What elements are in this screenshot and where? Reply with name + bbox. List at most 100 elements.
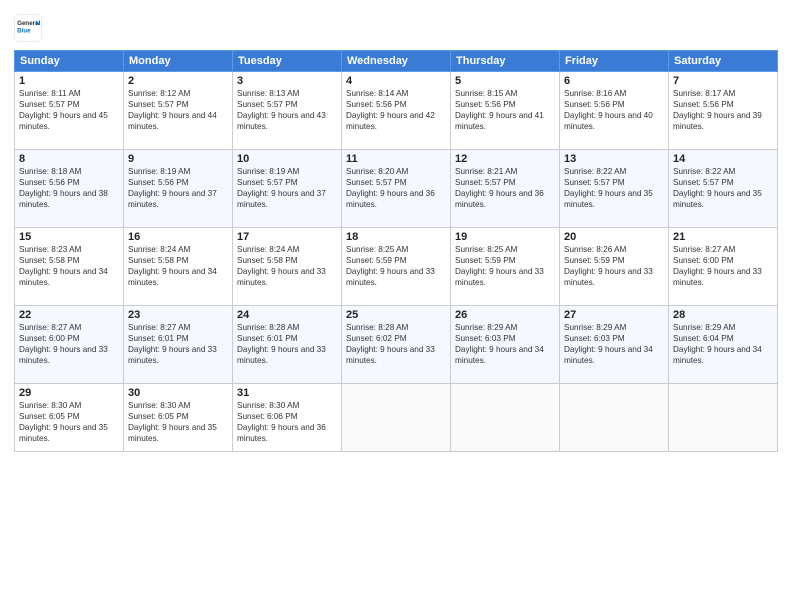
day-number: 17	[237, 231, 337, 243]
calendar-cell: 22 Sunrise: 8:27 AMSunset: 6:00 PMDaylig…	[15, 306, 124, 384]
day-info: Sunrise: 8:30 AMSunset: 6:05 PMDaylight:…	[128, 401, 217, 443]
day-info: Sunrise: 8:13 AMSunset: 5:57 PMDaylight:…	[237, 89, 326, 131]
calendar-cell: 8 Sunrise: 8:18 AMSunset: 5:56 PMDayligh…	[15, 150, 124, 228]
day-info: Sunrise: 8:19 AMSunset: 5:57 PMDaylight:…	[237, 167, 326, 209]
day-number: 19	[455, 231, 555, 243]
calendar-cell: 30 Sunrise: 8:30 AMSunset: 6:05 PMDaylig…	[124, 384, 233, 452]
col-saturday: Saturday	[669, 51, 778, 72]
day-number: 31	[237, 387, 337, 399]
day-number: 23	[128, 309, 228, 321]
calendar-cell: 15 Sunrise: 8:23 AMSunset: 5:58 PMDaylig…	[15, 228, 124, 306]
day-info: Sunrise: 8:30 AMSunset: 6:06 PMDaylight:…	[237, 401, 326, 443]
day-number: 24	[237, 309, 337, 321]
day-number: 5	[455, 75, 555, 87]
calendar-cell	[342, 384, 451, 452]
col-monday: Monday	[124, 51, 233, 72]
day-number: 22	[19, 309, 119, 321]
day-info: Sunrise: 8:22 AMSunset: 5:57 PMDaylight:…	[564, 167, 653, 209]
calendar-cell: 4 Sunrise: 8:14 AMSunset: 5:56 PMDayligh…	[342, 72, 451, 150]
day-info: Sunrise: 8:19 AMSunset: 5:56 PMDaylight:…	[128, 167, 217, 209]
calendar-cell: 26 Sunrise: 8:29 AMSunset: 6:03 PMDaylig…	[451, 306, 560, 384]
day-info: Sunrise: 8:28 AMSunset: 6:01 PMDaylight:…	[237, 323, 326, 365]
calendar-cell	[669, 384, 778, 452]
calendar-cell: 14 Sunrise: 8:22 AMSunset: 5:57 PMDaylig…	[669, 150, 778, 228]
day-number: 10	[237, 153, 337, 165]
calendar-table: Sunday Monday Tuesday Wednesday Thursday…	[14, 50, 778, 452]
day-info: Sunrise: 8:11 AMSunset: 5:57 PMDaylight:…	[19, 89, 108, 131]
calendar-cell: 27 Sunrise: 8:29 AMSunset: 6:03 PMDaylig…	[560, 306, 669, 384]
calendar-cell	[560, 384, 669, 452]
calendar-cell: 1 Sunrise: 8:11 AMSunset: 5:57 PMDayligh…	[15, 72, 124, 150]
calendar-cell: 28 Sunrise: 8:29 AMSunset: 6:04 PMDaylig…	[669, 306, 778, 384]
calendar-cell: 7 Sunrise: 8:17 AMSunset: 5:56 PMDayligh…	[669, 72, 778, 150]
day-number: 28	[673, 309, 773, 321]
day-number: 18	[346, 231, 446, 243]
day-info: Sunrise: 8:12 AMSunset: 5:57 PMDaylight:…	[128, 89, 217, 131]
calendar-cell: 23 Sunrise: 8:27 AMSunset: 6:01 PMDaylig…	[124, 306, 233, 384]
day-info: Sunrise: 8:24 AMSunset: 5:58 PMDaylight:…	[237, 245, 326, 287]
day-number: 20	[564, 231, 664, 243]
calendar-cell: 21 Sunrise: 8:27 AMSunset: 6:00 PMDaylig…	[669, 228, 778, 306]
page-container: General Blue Sunday Monday Tuesday Wedne…	[0, 0, 792, 612]
calendar-cell: 10 Sunrise: 8:19 AMSunset: 5:57 PMDaylig…	[233, 150, 342, 228]
generalblue-logo-icon: General Blue	[14, 14, 42, 42]
day-info: Sunrise: 8:30 AMSunset: 6:05 PMDaylight:…	[19, 401, 108, 443]
day-number: 8	[19, 153, 119, 165]
day-info: Sunrise: 8:25 AMSunset: 5:59 PMDaylight:…	[455, 245, 544, 287]
day-number: 25	[346, 309, 446, 321]
day-info: Sunrise: 8:29 AMSunset: 6:03 PMDaylight:…	[455, 323, 544, 365]
day-info: Sunrise: 8:20 AMSunset: 5:57 PMDaylight:…	[346, 167, 435, 209]
calendar-cell: 17 Sunrise: 8:24 AMSunset: 5:58 PMDaylig…	[233, 228, 342, 306]
calendar-cell: 31 Sunrise: 8:30 AMSunset: 6:06 PMDaylig…	[233, 384, 342, 452]
calendar-header-row: Sunday Monday Tuesday Wednesday Thursday…	[15, 51, 778, 72]
calendar-cell: 13 Sunrise: 8:22 AMSunset: 5:57 PMDaylig…	[560, 150, 669, 228]
day-number: 3	[237, 75, 337, 87]
calendar-cell: 9 Sunrise: 8:19 AMSunset: 5:56 PMDayligh…	[124, 150, 233, 228]
calendar-cell: 24 Sunrise: 8:28 AMSunset: 6:01 PMDaylig…	[233, 306, 342, 384]
calendar-cell	[451, 384, 560, 452]
day-number: 6	[564, 75, 664, 87]
calendar-cell: 6 Sunrise: 8:16 AMSunset: 5:56 PMDayligh…	[560, 72, 669, 150]
day-number: 12	[455, 153, 555, 165]
day-info: Sunrise: 8:23 AMSunset: 5:58 PMDaylight:…	[19, 245, 108, 287]
calendar-cell: 29 Sunrise: 8:30 AMSunset: 6:05 PMDaylig…	[15, 384, 124, 452]
day-info: Sunrise: 8:28 AMSunset: 6:02 PMDaylight:…	[346, 323, 435, 365]
col-thursday: Thursday	[451, 51, 560, 72]
day-number: 15	[19, 231, 119, 243]
calendar-cell: 25 Sunrise: 8:28 AMSunset: 6:02 PMDaylig…	[342, 306, 451, 384]
day-number: 1	[19, 75, 119, 87]
day-info: Sunrise: 8:14 AMSunset: 5:56 PMDaylight:…	[346, 89, 435, 131]
day-number: 16	[128, 231, 228, 243]
calendar-cell: 11 Sunrise: 8:20 AMSunset: 5:57 PMDaylig…	[342, 150, 451, 228]
day-info: Sunrise: 8:29 AMSunset: 6:03 PMDaylight:…	[564, 323, 653, 365]
day-info: Sunrise: 8:16 AMSunset: 5:56 PMDaylight:…	[564, 89, 653, 131]
calendar-cell: 20 Sunrise: 8:26 AMSunset: 5:59 PMDaylig…	[560, 228, 669, 306]
calendar-cell: 19 Sunrise: 8:25 AMSunset: 5:59 PMDaylig…	[451, 228, 560, 306]
day-number: 21	[673, 231, 773, 243]
day-info: Sunrise: 8:27 AMSunset: 6:00 PMDaylight:…	[19, 323, 108, 365]
col-tuesday: Tuesday	[233, 51, 342, 72]
col-sunday: Sunday	[15, 51, 124, 72]
day-number: 27	[564, 309, 664, 321]
calendar-cell: 5 Sunrise: 8:15 AMSunset: 5:56 PMDayligh…	[451, 72, 560, 150]
day-info: Sunrise: 8:27 AMSunset: 6:00 PMDaylight:…	[673, 245, 762, 287]
calendar-cell: 3 Sunrise: 8:13 AMSunset: 5:57 PMDayligh…	[233, 72, 342, 150]
calendar-cell: 12 Sunrise: 8:21 AMSunset: 5:57 PMDaylig…	[451, 150, 560, 228]
calendar-cell: 2 Sunrise: 8:12 AMSunset: 5:57 PMDayligh…	[124, 72, 233, 150]
day-number: 2	[128, 75, 228, 87]
day-info: Sunrise: 8:27 AMSunset: 6:01 PMDaylight:…	[128, 323, 217, 365]
day-number: 9	[128, 153, 228, 165]
day-info: Sunrise: 8:15 AMSunset: 5:56 PMDaylight:…	[455, 89, 544, 131]
day-info: Sunrise: 8:26 AMSunset: 5:59 PMDaylight:…	[564, 245, 653, 287]
day-info: Sunrise: 8:21 AMSunset: 5:57 PMDaylight:…	[455, 167, 544, 209]
day-info: Sunrise: 8:18 AMSunset: 5:56 PMDaylight:…	[19, 167, 108, 209]
day-number: 30	[128, 387, 228, 399]
svg-text:Blue: Blue	[17, 28, 31, 35]
col-friday: Friday	[560, 51, 669, 72]
day-info: Sunrise: 8:24 AMSunset: 5:58 PMDaylight:…	[128, 245, 217, 287]
col-wednesday: Wednesday	[342, 51, 451, 72]
day-info: Sunrise: 8:29 AMSunset: 6:04 PMDaylight:…	[673, 323, 762, 365]
calendar-cell: 16 Sunrise: 8:24 AMSunset: 5:58 PMDaylig…	[124, 228, 233, 306]
day-number: 4	[346, 75, 446, 87]
day-number: 11	[346, 153, 446, 165]
